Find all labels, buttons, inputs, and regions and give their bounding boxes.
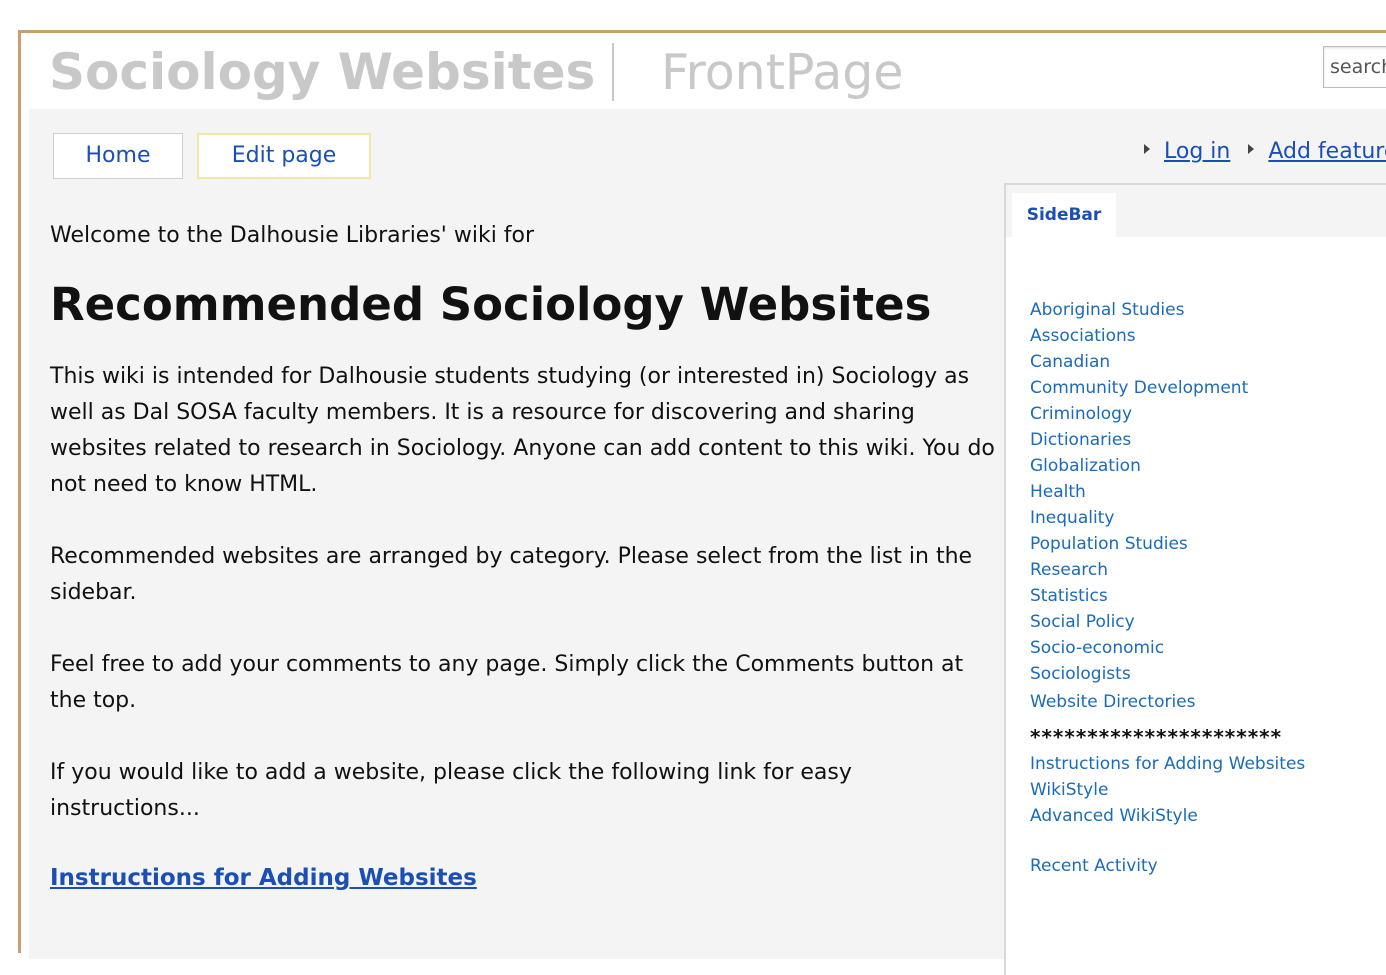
category-link[interactable]: Research bbox=[1030, 557, 1248, 583]
welcome-text: Welcome to the Dalhousie Libraries' wiki… bbox=[50, 223, 535, 248]
page-frame: Sociology Websites FrontPage Home Edit p… bbox=[18, 30, 1386, 975]
category-link[interactable]: Inequality bbox=[1030, 505, 1248, 531]
intro-paragraph: This wiki is intended for Dalhousie stud… bbox=[50, 364, 995, 497]
sidebar: SideBar Aboriginal Studies Associations … bbox=[1004, 183, 1386, 975]
sidebar-header: SideBar bbox=[1006, 185, 1386, 237]
category-link[interactable]: Globalization bbox=[1030, 453, 1248, 479]
edit-page-button[interactable]: Edit page bbox=[197, 133, 371, 179]
sidebar-tab[interactable]: SideBar bbox=[1012, 193, 1116, 237]
category-link[interactable]: Website Directories bbox=[1030, 689, 1248, 715]
category-link[interactable]: Canadian bbox=[1030, 349, 1248, 375]
category-link[interactable]: Statistics bbox=[1030, 583, 1248, 609]
help-links: Instructions for Adding Websites WikiSty… bbox=[1030, 751, 1305, 829]
help-link[interactable]: WikiStyle bbox=[1030, 777, 1305, 803]
triangle-right-icon bbox=[1248, 144, 1255, 154]
recent-activity-link[interactable]: Recent Activity bbox=[1030, 853, 1158, 879]
category-link[interactable]: Sociologists bbox=[1030, 661, 1248, 687]
title-separator bbox=[612, 43, 614, 101]
category-link[interactable]: Dictionaries bbox=[1030, 427, 1248, 453]
site-title[interactable]: Sociology Websites bbox=[49, 43, 595, 101]
help-link[interactable]: Advanced WikiStyle bbox=[1030, 803, 1305, 829]
page-title: FrontPage bbox=[661, 44, 904, 101]
user-links: Log in Add feature bbox=[1144, 139, 1386, 164]
main-content: Welcome to the Dalhousie Libraries' wiki… bbox=[50, 221, 995, 893]
category-link[interactable]: Associations bbox=[1030, 323, 1248, 349]
category-link[interactable]: Social Policy bbox=[1030, 609, 1248, 635]
comments-paragraph: Feel free to add your comments to any pa… bbox=[50, 652, 964, 713]
site-header: Sociology Websites FrontPage bbox=[21, 33, 1386, 109]
category-list: Aboriginal Studies Associations Canadian… bbox=[1030, 297, 1248, 715]
add-website-paragraph: If you would like to add a website, plea… bbox=[50, 760, 852, 821]
category-link[interactable]: Community Development bbox=[1030, 375, 1248, 401]
triangle-right-icon bbox=[1144, 144, 1150, 154]
instructions-link[interactable]: Instructions for Adding Websites bbox=[50, 863, 995, 893]
search-input[interactable] bbox=[1323, 46, 1386, 88]
category-link[interactable]: Population Studies bbox=[1030, 531, 1248, 557]
home-button[interactable]: Home bbox=[53, 133, 183, 179]
login-link[interactable]: Log in bbox=[1164, 139, 1230, 164]
sidebar-separator: ********************** bbox=[1030, 725, 1283, 749]
help-link[interactable]: Instructions for Adding Websites bbox=[1030, 751, 1305, 777]
category-paragraph: Recommended websites are arranged by cat… bbox=[50, 544, 973, 605]
category-link[interactable]: Socio-economic bbox=[1030, 635, 1248, 661]
add-feature-link[interactable]: Add feature bbox=[1268, 139, 1386, 164]
category-link[interactable]: Criminology bbox=[1030, 401, 1248, 427]
page-heading: Recommended Sociology Websites bbox=[50, 278, 932, 331]
category-link[interactable]: Health bbox=[1030, 479, 1248, 505]
content-area: Home Edit page Log in Add feature Welcome… bbox=[29, 109, 1386, 975]
category-link[interactable]: Aboriginal Studies bbox=[1030, 297, 1248, 323]
